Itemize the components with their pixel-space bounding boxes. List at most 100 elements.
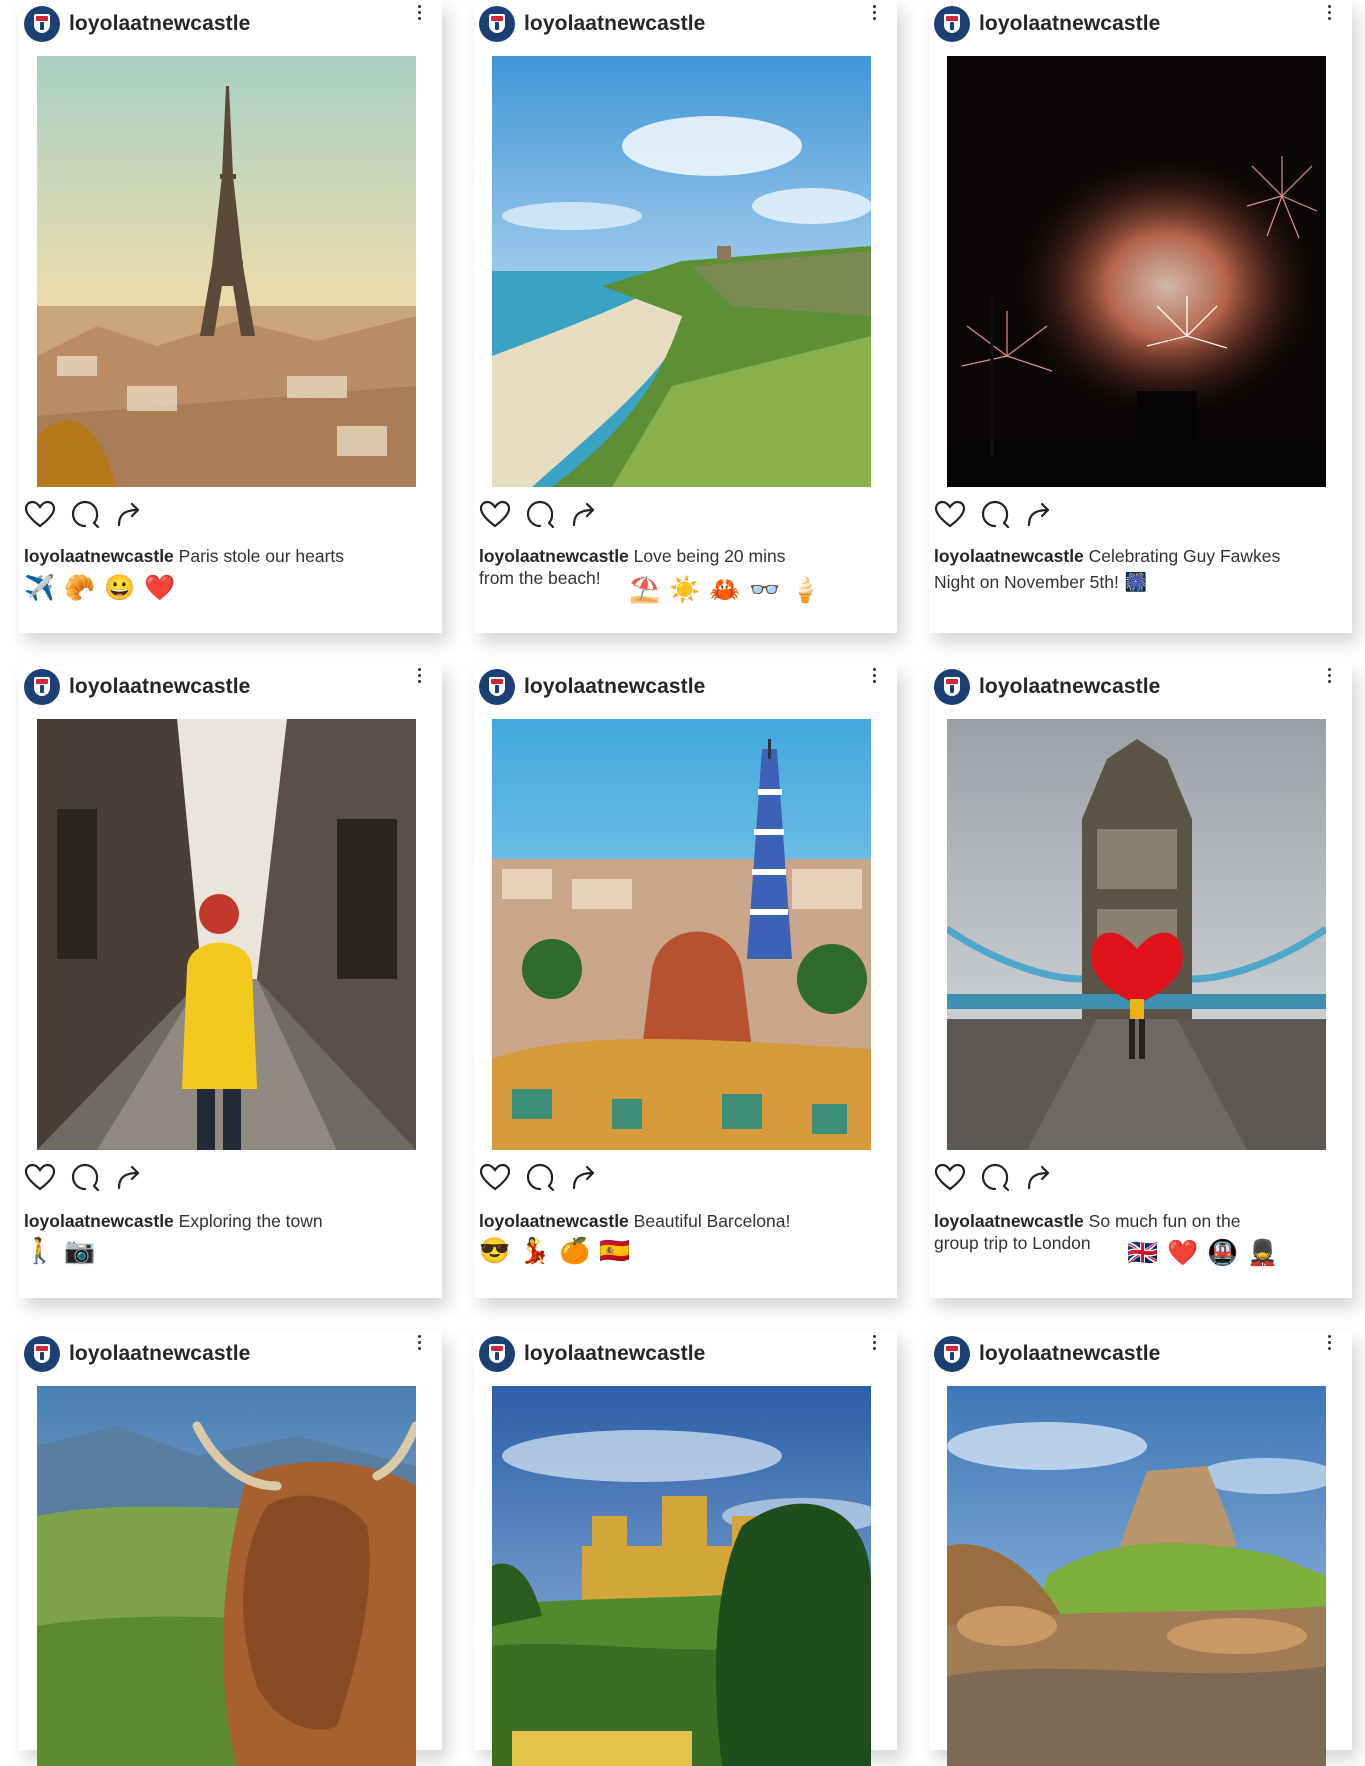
profile-avatar[interactable]: [934, 6, 970, 42]
post-photo-beach[interactable]: [492, 56, 871, 487]
caption-emojis: 🚶 📷: [24, 1236, 95, 1266]
more-options-icon[interactable]: [1326, 1332, 1332, 1354]
post-caption: loyolaatnewcastle Beautiful Barcelona!: [479, 1211, 791, 1231]
post-card: loyolaatnewcastle loyolaatnewcastle So m…: [929, 663, 1352, 1298]
share-icon[interactable]: [569, 1162, 599, 1192]
comment-icon[interactable]: [70, 1162, 100, 1192]
caption-username[interactable]: loyolaatnewcastle: [24, 1211, 174, 1231]
share-icon[interactable]: [569, 499, 599, 529]
sunglasses-emoji: 😎: [479, 1237, 511, 1265]
ice-cream-emoji: 🍦: [789, 576, 821, 604]
username[interactable]: loyolaatnewcastle: [524, 675, 705, 699]
more-options-icon[interactable]: [871, 665, 877, 687]
username[interactable]: loyolaatnewcastle: [524, 12, 705, 36]
post-header: loyolaatnewcastle: [934, 669, 1352, 705]
action-bar: [479, 498, 599, 530]
post-header: loyolaatnewcastle: [479, 1336, 897, 1372]
username[interactable]: loyolaatnewcastle: [69, 675, 250, 699]
caption-emojis: ✈️ 🥐 😀 ❤️: [24, 573, 176, 603]
umbrella-emoji: ⛱️: [629, 576, 661, 604]
caption-emojis: 🇬🇧 ❤️ 🚇 💂: [1127, 1238, 1279, 1268]
post-card: loyolaatnewcastle loyolaatnewcastle Beau…: [474, 663, 897, 1298]
caption-emojis: 🎆: [1125, 572, 1147, 592]
glasses-emoji: 👓: [749, 576, 781, 604]
post-photo-barcelona[interactable]: [492, 719, 871, 1150]
more-options-icon[interactable]: [416, 665, 422, 687]
caption-username[interactable]: loyolaatnewcastle: [934, 1211, 1084, 1231]
post-photo-highland-cow[interactable]: [37, 1386, 416, 1766]
comment-icon[interactable]: [980, 1162, 1010, 1192]
action-bar: [24, 498, 144, 530]
heart-icon[interactable]: [934, 499, 966, 529]
heart-icon[interactable]: [934, 1162, 966, 1192]
more-options-icon[interactable]: [871, 1332, 877, 1354]
heart-icon[interactable]: [479, 499, 511, 529]
post-card: loyolaatnewcastle loyolaatnewcastle Cele…: [929, 0, 1352, 633]
post-header: loyolaatnewcastle: [934, 6, 1352, 42]
crab-emoji: 🦀: [709, 576, 741, 604]
share-icon[interactable]: [1024, 1162, 1054, 1192]
post-header: loyolaatnewcastle: [934, 1336, 1352, 1372]
caption-username[interactable]: loyolaatnewcastle: [934, 546, 1084, 566]
airplane-emoji: ✈️: [24, 574, 56, 602]
action-bar: [934, 498, 1054, 530]
profile-avatar[interactable]: [479, 669, 515, 705]
post-header: loyolaatnewcastle: [24, 1336, 442, 1372]
post-photo-holy-island[interactable]: [947, 1386, 1326, 1766]
more-options-icon[interactable]: [416, 2, 422, 24]
walking-emoji: 🚶: [24, 1237, 56, 1265]
post-photo-paris[interactable]: [37, 56, 416, 487]
heart-icon[interactable]: [479, 1162, 511, 1192]
metro-emoji: 🚇: [1207, 1239, 1239, 1267]
heart-icon[interactable]: [24, 499, 56, 529]
username[interactable]: loyolaatnewcastle: [524, 1342, 705, 1366]
post-photo-street[interactable]: [37, 719, 416, 1150]
profile-avatar[interactable]: [24, 669, 60, 705]
post-photo-castle[interactable]: [492, 1386, 871, 1766]
action-bar: [479, 1161, 599, 1193]
username[interactable]: loyolaatnewcastle: [979, 675, 1160, 699]
profile-avatar[interactable]: [934, 669, 970, 705]
share-icon[interactable]: [1024, 499, 1054, 529]
post-header: loyolaatnewcastle: [24, 669, 442, 705]
comment-icon[interactable]: [525, 499, 555, 529]
more-options-icon[interactable]: [871, 2, 877, 24]
post-header: loyolaatnewcastle: [479, 669, 897, 705]
post-header: loyolaatnewcastle: [479, 6, 897, 42]
heart-icon[interactable]: [24, 1162, 56, 1192]
comment-icon[interactable]: [70, 499, 100, 529]
caption-emojis: ⛱️ ☀️ 🦀 👓 🍦: [629, 575, 821, 605]
sun-emoji: ☀️: [669, 576, 701, 604]
dancer-emoji: 💃: [519, 1237, 551, 1265]
post-photo-fireworks[interactable]: [947, 56, 1326, 487]
username[interactable]: loyolaatnewcastle: [979, 1342, 1160, 1366]
share-icon[interactable]: [114, 1162, 144, 1192]
more-options-icon[interactable]: [1326, 2, 1332, 24]
heart-emoji: ❤️: [144, 574, 176, 602]
comment-icon[interactable]: [980, 499, 1010, 529]
post-header: loyolaatnewcastle: [24, 6, 442, 42]
action-bar: [934, 1161, 1054, 1193]
more-options-icon[interactable]: [416, 1332, 422, 1354]
profile-avatar[interactable]: [479, 6, 515, 42]
profile-avatar[interactable]: [24, 1336, 60, 1372]
post-card: loyolaatnewcastle loyolaatnewcastle Love…: [474, 0, 897, 633]
grinning-emoji: 😀: [104, 574, 136, 602]
post-card: loyolaatnewcastle loyolaatnewcastle Expl…: [19, 663, 442, 1298]
share-icon[interactable]: [114, 499, 144, 529]
post-caption: loyolaatnewcastle Exploring the town: [24, 1211, 323, 1231]
more-options-icon[interactable]: [1326, 665, 1332, 687]
caption-username[interactable]: loyolaatnewcastle: [479, 1211, 629, 1231]
caption-username[interactable]: loyolaatnewcastle: [24, 546, 174, 566]
caption-username[interactable]: loyolaatnewcastle: [479, 546, 629, 566]
comment-icon[interactable]: [525, 1162, 555, 1192]
post-photo-london[interactable]: [947, 719, 1326, 1150]
username[interactable]: loyolaatnewcastle: [979, 12, 1160, 36]
username[interactable]: loyolaatnewcastle: [69, 12, 250, 36]
orange-emoji: 🍊: [559, 1237, 591, 1265]
username[interactable]: loyolaatnewcastle: [69, 1342, 250, 1366]
profile-avatar[interactable]: [934, 1336, 970, 1372]
croissant-emoji: 🥐: [64, 574, 96, 602]
profile-avatar[interactable]: [479, 1336, 515, 1372]
profile-avatar[interactable]: [24, 6, 60, 42]
